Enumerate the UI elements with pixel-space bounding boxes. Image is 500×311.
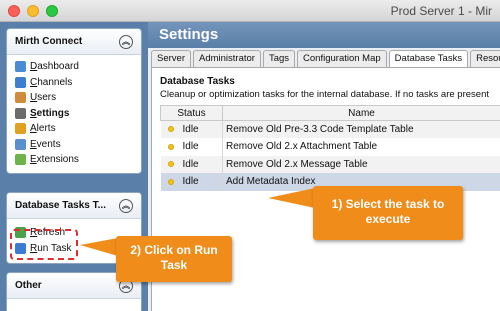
callout-arrows	[80, 188, 315, 256]
callout-run-task: 2) Click on Run Task	[116, 236, 232, 282]
callout-select-task: 1) Select the task to execute	[313, 186, 463, 240]
arrow-to-task-row	[268, 188, 315, 208]
arrow-to-run-task	[80, 238, 118, 256]
